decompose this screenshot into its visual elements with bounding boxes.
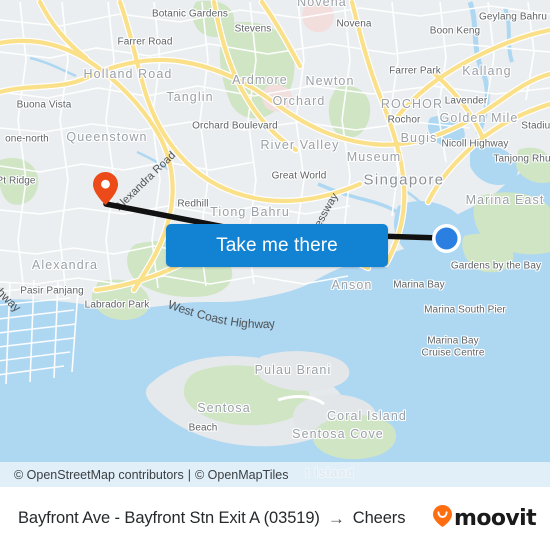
moovit-logo[interactable]: moovit	[433, 505, 537, 532]
map-attribution-bar: © OpenStreetMap contributors | © OpenMap…	[0, 462, 550, 487]
route-origin-label: Bayfront Ave - Bayfront Stn Exit A (0351…	[18, 509, 320, 527]
route-footer: Bayfront Ave - Bayfront Stn Exit A (0351…	[0, 487, 550, 550]
route-destination-label: Cheers	[352, 509, 406, 527]
attribution-separator: |	[187, 467, 191, 482]
moovit-pin-icon	[433, 505, 453, 532]
attribution-osm[interactable]: © OpenStreetMap contributors	[14, 468, 184, 482]
attribution-openmaptiles[interactable]: © OpenMapTiles	[195, 468, 289, 482]
moovit-route-card: Alexandra Road Expressway West Coast Hig…	[0, 0, 550, 550]
moovit-wordmark: moovit	[454, 506, 537, 531]
take-me-there-button[interactable]: Take me there	[166, 224, 388, 267]
map-canvas[interactable]: Alexandra Road Expressway West Coast Hig…	[0, 0, 550, 487]
origin-map-pin-icon[interactable]	[93, 172, 118, 205]
destination-location-dot-icon[interactable]	[431, 223, 462, 254]
route-summary: Bayfront Ave - Bayfront Stn Exit A (0351…	[18, 509, 405, 528]
arrow-right-icon: →	[327, 509, 345, 528]
